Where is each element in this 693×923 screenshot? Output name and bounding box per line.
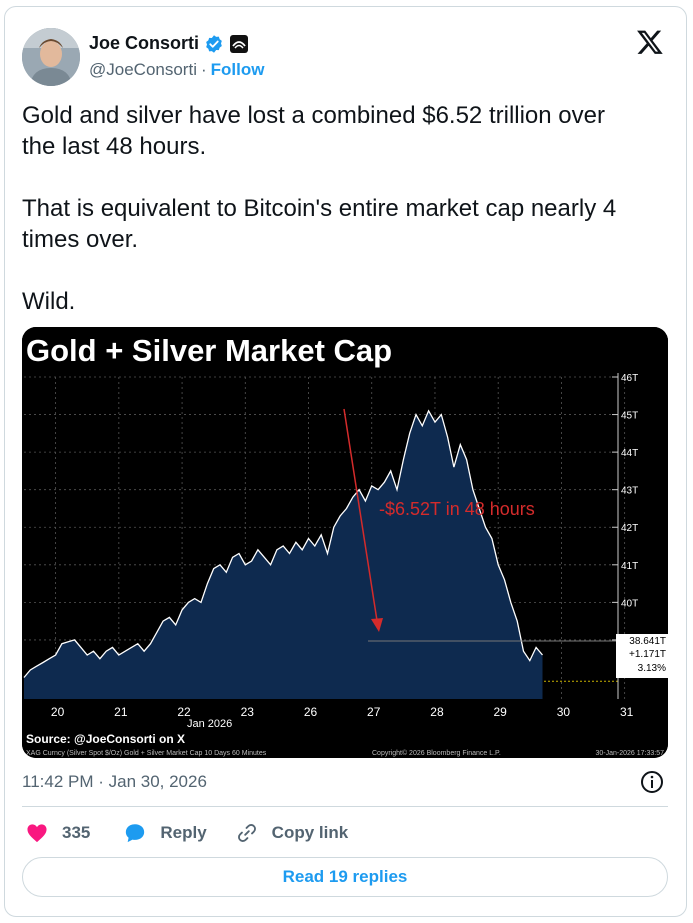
x-tick-label: 23 (241, 705, 255, 719)
info-icon[interactable] (640, 770, 664, 794)
chart-image[interactable]: Gold + Silver Market Cap 46T 45T 44T 43T 42T… (22, 327, 668, 758)
read-replies-button[interactable]: Read 19 replies (22, 857, 668, 897)
x-tick-label: 20 (51, 705, 65, 719)
tweet-timestamp[interactable]: 11:42 PM · Jan 30, 2026 (22, 772, 207, 792)
x-logo-icon[interactable] (635, 28, 665, 56)
x-tick-label: 22 (177, 705, 191, 719)
last-value-label-2: +1.171T (629, 649, 666, 660)
y-tick-label: 42T (621, 523, 638, 534)
last-value-label-1: 38.641T (629, 636, 666, 647)
chart-title: Gold + Silver Market Cap (26, 333, 392, 368)
x-axis-sublabel: Jan 2026 (187, 718, 232, 730)
x-tick-label: 28 (430, 705, 444, 719)
x-tick-label: 30 (557, 705, 571, 719)
tweet-divider (22, 806, 668, 807)
author-name[interactable]: Joe Consorti (89, 33, 199, 54)
heart-icon (27, 824, 47, 843)
copy-link-label: Copy link (271, 823, 349, 842)
follow-button[interactable]: Follow (211, 60, 265, 80)
x-tick-label: 27 (367, 705, 381, 719)
chart-footer-left: XAG Curncy (Silver Spot $/Oz) Gold + Sil… (26, 750, 267, 757)
tweet-text: Gold and silver have lost a combined $6.… (22, 102, 617, 315)
y-tick-label: 40T (621, 598, 638, 609)
y-tick-label: 46T (621, 373, 638, 384)
reply-bubble-icon (126, 824, 145, 843)
action-bar: 335 Reply Copy link (22, 820, 348, 846)
chart-source: Source: @JoeConsorti on X (26, 732, 185, 746)
y-tick-label: 43T (621, 486, 638, 497)
y-tick-label: 44T (621, 448, 638, 459)
x-tick-label: 29 (494, 705, 508, 719)
x-tick-label: 21 (114, 705, 128, 719)
like-button[interactable]: 335 (26, 823, 90, 843)
last-value-label-3: 3.13% (638, 663, 666, 674)
chart-footer-mid: Copyright© 2026 Bloomberg Finance L.P. (372, 749, 501, 757)
market-cap-chart: Gold + Silver Market Cap 46T 45T 44T 43T 42T… (22, 327, 668, 758)
handle-separator: · (200, 60, 207, 79)
copy-link-button[interactable]: Copy link (236, 822, 349, 844)
like-count: 335 (62, 823, 91, 842)
y-tick-label: 41T (621, 561, 638, 572)
author-avatar[interactable] (22, 28, 80, 86)
reply-button[interactable]: Reply (124, 822, 207, 844)
avatar-photo (22, 28, 80, 86)
chart-annotation: -$6.52T in 48 hours (379, 499, 535, 519)
x-tick-label: 26 (304, 705, 318, 719)
affiliate-badge-icon (230, 34, 249, 53)
link-icon (237, 824, 256, 842)
author-name-row: Joe Consorti (89, 33, 249, 54)
chart-footer-right: 30-Jan-2026 17:33:57 (596, 750, 665, 757)
author-handle[interactable]: @JoeConsorti (89, 60, 197, 80)
y-tick-label: 45T (621, 411, 638, 422)
author-handle-row: @JoeConsorti · Follow (89, 60, 264, 80)
verified-badge-icon (206, 34, 222, 53)
reply-label: Reply (160, 823, 207, 842)
x-tick-label: 31 (620, 705, 634, 719)
